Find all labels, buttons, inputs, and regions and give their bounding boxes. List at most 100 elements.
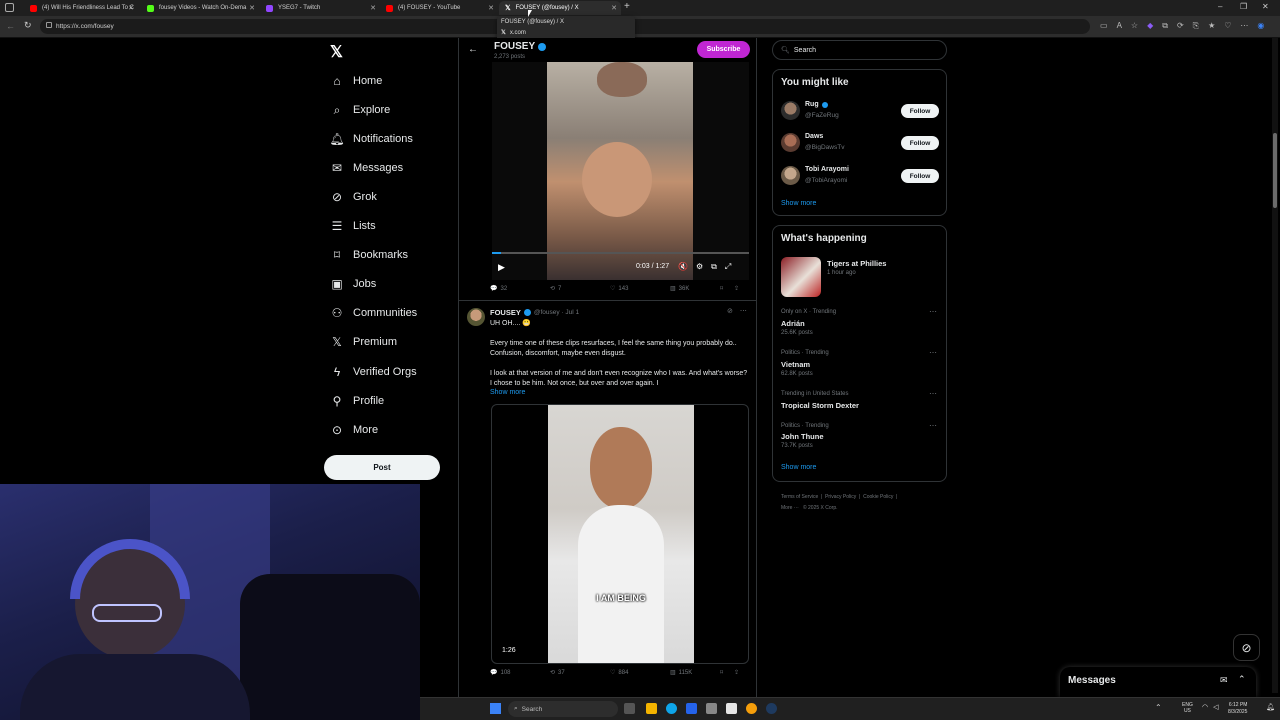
- grok-explain-icon[interactable]: ⊘: [727, 307, 733, 315]
- trend-name[interactable]: Vietnam: [781, 360, 810, 369]
- reply-button[interactable]: 💬 108: [490, 669, 550, 677]
- more-options-icon[interactable]: ⋯: [740, 307, 747, 315]
- clock[interactable]: 6:12 PM 8/3/2025: [1228, 702, 1247, 716]
- language-indicator[interactable]: ENG US: [1182, 702, 1193, 714]
- nav-item-grok[interactable]: ⊘ Grok: [330, 186, 377, 208]
- reload-icon[interactable]: ↻: [24, 20, 32, 31]
- share-icon[interactable]: ⇪: [734, 669, 739, 676]
- author-name[interactable]: FOUSEY: [490, 308, 521, 317]
- nav-item-explore[interactable]: ⌕ Explore: [330, 99, 391, 121]
- footer-link[interactable]: Cookie Policy: [863, 494, 893, 500]
- user-name[interactable]: Daws: [805, 133, 823, 140]
- bookmark-icon[interactable]: ⌑: [720, 669, 734, 676]
- show-more-link[interactable]: Show more: [781, 464, 816, 471]
- nav-item-notifications[interactable]: 🔔︎ Notifications: [329, 128, 413, 150]
- nav-item-bookmarks[interactable]: ⌑ Bookmarks: [330, 244, 408, 266]
- new-tab-button[interactable]: +: [624, 1, 630, 12]
- video-progress-track[interactable]: [492, 252, 749, 254]
- more-options-icon[interactable]: ⋯: [929, 348, 937, 357]
- like-button[interactable]: ♡ 143: [610, 285, 670, 293]
- reply-button[interactable]: 💬 32: [490, 285, 550, 293]
- event-title[interactable]: Tigers at Phillies: [827, 259, 886, 268]
- pip-icon[interactable]: ⧉: [711, 262, 717, 272]
- collections-icon[interactable]: ⎘: [1193, 21, 1199, 31]
- taskbar-search[interactable]: ⌕ Search: [508, 701, 618, 717]
- more-options-icon[interactable]: ⋯: [929, 307, 937, 316]
- more-options-icon[interactable]: ⋯: [929, 389, 937, 398]
- browser-essentials-icon[interactable]: ♡: [1224, 21, 1231, 31]
- file-explorer-icon[interactable]: [646, 703, 657, 714]
- post-button[interactable]: Post: [324, 455, 440, 480]
- follow-button[interactable]: Follow: [901, 169, 939, 183]
- refresh-extension-icon[interactable]: ⟳: [1177, 21, 1184, 31]
- close-window-icon[interactable]: ✕: [1262, 2, 1269, 11]
- trend-name[interactable]: Adrián: [781, 319, 805, 328]
- scrollbar-thumb[interactable]: [1273, 133, 1277, 208]
- views-button[interactable]: ▥ 36K: [670, 285, 720, 293]
- extension-icon[interactable]: ◆: [1147, 21, 1153, 31]
- search-input[interactable]: 🔍︎ Search: [772, 40, 947, 60]
- nav-item-jobs[interactable]: ▣ Jobs: [330, 273, 376, 295]
- close-tab-icon[interactable]: ✕: [128, 4, 134, 12]
- browser-tab-active[interactable]: 𝕏 FOUSEY (@fousey) / X ✕: [499, 1, 621, 15]
- close-tab-icon[interactable]: ✕: [249, 4, 255, 12]
- user-name[interactable]: Rug: [805, 101, 819, 108]
- browser-tab[interactable]: (4) FOUSEY - YouTube ✕: [380, 1, 498, 15]
- tray-chevron-icon[interactable]: ⌃: [1155, 703, 1162, 712]
- windows-start-icon[interactable]: [490, 703, 501, 714]
- nav-item-premium[interactable]: 𝕏 Premium: [330, 331, 397, 353]
- steam-icon[interactable]: [766, 703, 777, 714]
- site-info-icon[interactable]: [46, 22, 52, 28]
- bookmark-icon[interactable]: ⌑: [720, 285, 734, 292]
- app-icon[interactable]: [746, 703, 757, 714]
- nav-item-communities[interactable]: ⚇ Communities: [330, 302, 418, 324]
- edge-icon[interactable]: [666, 703, 677, 714]
- nav-item-more[interactable]: ⊙ More: [330, 419, 378, 441]
- trend-name[interactable]: Tropical Storm Dexter: [781, 401, 859, 410]
- task-view-icon[interactable]: [624, 703, 635, 714]
- follow-button[interactable]: Follow: [901, 136, 939, 150]
- browser-tab[interactable]: fousey Videos - Watch On-Dema ✕: [141, 1, 259, 15]
- nav-item-profile[interactable]: ⚲ Profile: [330, 390, 385, 412]
- subscribe-button[interactable]: Subscribe: [697, 41, 750, 58]
- browser-tab[interactable]: YSEG7 - Twitch ✕: [260, 1, 380, 15]
- amazon-icon[interactable]: [726, 703, 737, 714]
- footer-link[interactable]: Privacy Policy: [825, 494, 856, 500]
- nav-item-verified-orgs[interactable]: ϟ Verified Orgs: [330, 361, 417, 383]
- video-player[interactable]: I AM BEING 1:26: [491, 404, 749, 664]
- expand-chevron-icon[interactable]: ⌃: [1238, 674, 1246, 685]
- split-screen-icon[interactable]: ⧉: [1162, 21, 1168, 31]
- nav-item-messages[interactable]: ✉ Messages: [330, 157, 403, 179]
- footer-link[interactable]: More ···: [781, 505, 799, 511]
- copilot-icon[interactable]: ◉: [1257, 21, 1264, 31]
- mail-app-icon[interactable]: [686, 703, 697, 714]
- minimize-icon[interactable]: –: [1218, 2, 1222, 11]
- browser-tab[interactable]: (4) Will His Friendliness Lead To C ✕: [24, 1, 138, 15]
- x-logo-icon[interactable]: 𝕏: [330, 42, 343, 62]
- grok-floating-button[interactable]: ⊘: [1233, 634, 1260, 661]
- more-options-icon[interactable]: ⋯: [929, 421, 937, 430]
- show-more-link[interactable]: Show more: [490, 389, 525, 396]
- notification-bell-icon[interactable]: 🔔︎: [1266, 703, 1275, 711]
- back-arrow-icon[interactable]: ←: [468, 44, 478, 55]
- avatar[interactable]: [781, 101, 800, 120]
- repost-button[interactable]: ⟲ 7: [550, 285, 610, 293]
- avatar[interactable]: [467, 308, 485, 326]
- reading-view-icon[interactable]: ▭: [1100, 21, 1108, 31]
- messages-drawer[interactable]: Messages ✉ ⌃: [1060, 667, 1256, 697]
- wifi-icon[interactable]: ◠: [1202, 703, 1208, 711]
- favorite-star-icon[interactable]: ☆: [1131, 21, 1138, 31]
- share-icon[interactable]: ⇪: [734, 285, 739, 292]
- show-more-link[interactable]: Show more: [781, 200, 816, 207]
- mute-icon[interactable]: 🔇: [678, 262, 688, 272]
- close-tab-icon[interactable]: ✕: [370, 4, 376, 12]
- user-name[interactable]: Tobi Arayomi: [805, 166, 849, 173]
- nav-item-home[interactable]: ⌂ Home: [330, 70, 382, 92]
- trend-name[interactable]: John Thune: [781, 432, 824, 441]
- views-button[interactable]: ▥ 115K: [670, 669, 720, 677]
- back-icon[interactable]: ←: [6, 21, 15, 31]
- close-tab-icon[interactable]: ✕: [488, 4, 494, 12]
- new-message-icon[interactable]: ✉: [1220, 675, 1228, 686]
- close-tab-icon[interactable]: ✕: [611, 4, 617, 12]
- sidebar-toggle-icon[interactable]: [5, 3, 14, 12]
